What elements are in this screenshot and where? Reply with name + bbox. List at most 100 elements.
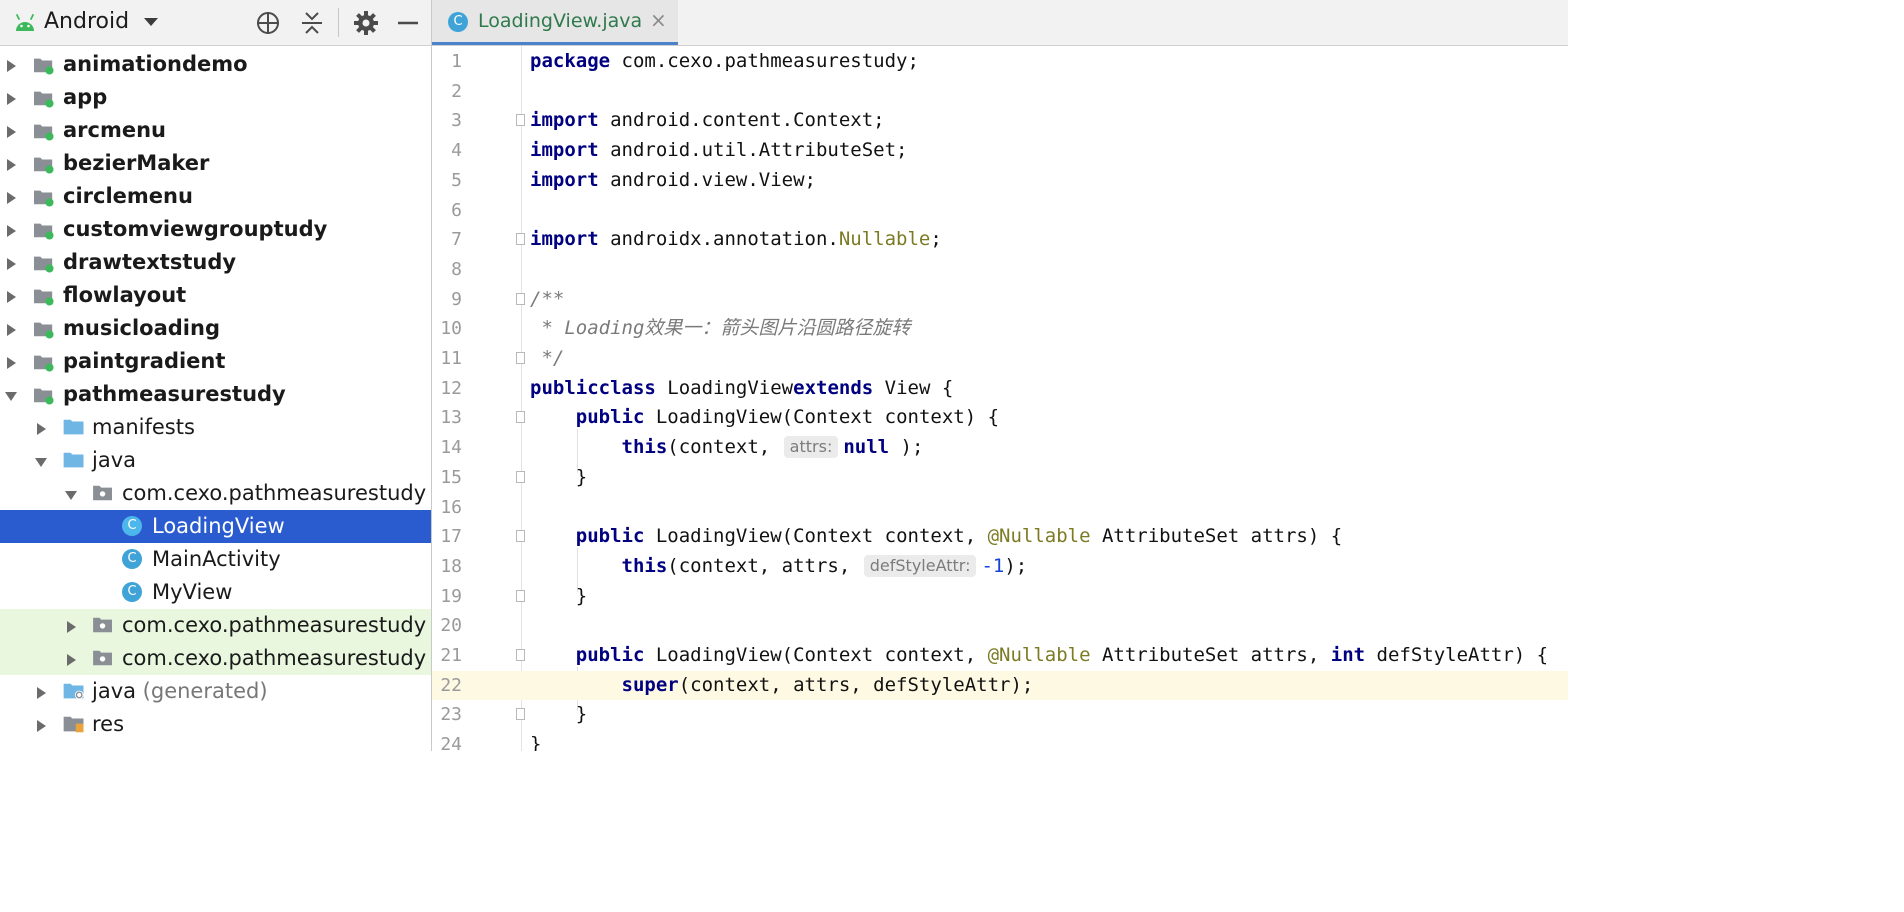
collapsed-arrow-icon[interactable]: [4, 356, 18, 370]
collapsed-arrow-icon[interactable]: [34, 422, 48, 436]
code-token: import: [530, 109, 599, 132]
code-token: (context, attrs, defStyleAttr);: [678, 673, 1034, 696]
line-number: 8: [451, 258, 462, 280]
collapsed-arrow-icon[interactable]: [4, 257, 18, 271]
tree-item[interactable]: manifests: [0, 411, 431, 444]
collapsed-arrow-icon[interactable]: [4, 224, 18, 238]
tree-item[interactable]: circlemenu: [0, 180, 431, 213]
tree-item-label: paintgradient: [63, 349, 226, 373]
chevron-down-icon[interactable]: [143, 17, 159, 27]
collapsed-arrow-icon[interactable]: [4, 323, 18, 337]
collapsed-arrow-icon[interactable]: [4, 290, 18, 304]
collapsed-arrow-icon[interactable]: [4, 59, 18, 73]
tree-item-label: pathmeasurestudy: [63, 382, 286, 406]
expanded-arrow-icon[interactable]: [34, 455, 48, 469]
code-token: super: [621, 673, 679, 696]
tree-item[interactable]: bezierMaker: [0, 147, 431, 180]
code-token: import: [530, 228, 599, 251]
tree-item[interactable]: java: [0, 444, 431, 477]
tree-item-label: flowlayout: [63, 283, 187, 307]
close-icon[interactable]: ×: [650, 8, 667, 32]
code-token: android.util.AttributeSet;: [598, 139, 908, 162]
collapse-all-icon[interactable]: [299, 10, 325, 36]
tree-item[interactable]: java (generated): [0, 675, 431, 708]
code-text: import android.view.View;: [530, 166, 816, 196]
code-token: import: [530, 168, 599, 191]
line-number: 5: [451, 169, 462, 191]
tree-item-label: LoadingView: [152, 514, 285, 538]
fold-icon[interactable]: [516, 589, 525, 602]
line-number: 9: [451, 288, 462, 310]
tree-item[interactable]: flowlayout: [0, 279, 431, 312]
code-token: (context, attrs,: [667, 554, 862, 577]
tree-item[interactable]: res: [0, 708, 431, 741]
code-token: public: [530, 376, 599, 399]
collapsed-arrow-icon[interactable]: [4, 191, 18, 205]
project-panel: Android animationdemo app arcmenu bezier…: [0, 0, 432, 751]
code-line: 19 }: [432, 582, 1568, 612]
collapsed-arrow-icon[interactable]: [4, 158, 18, 172]
collapsed-arrow-icon[interactable]: [34, 686, 48, 700]
parameter-hint: defStyleAttr:: [863, 554, 977, 577]
fold-icon[interactable]: [516, 292, 525, 305]
tree-item[interactable]: musicloading: [0, 312, 431, 345]
code-token: android.content.Context;: [598, 109, 885, 132]
fold-icon[interactable]: [516, 411, 525, 424]
code-token: LoadingView(Context context,: [644, 525, 988, 548]
code-token: public: [575, 525, 645, 548]
code-token: AttributeSet attrs,: [1090, 644, 1331, 666]
tree-item[interactable]: com.cexo.pathmeasurestudy: [0, 477, 431, 510]
tree-item[interactable]: app: [0, 81, 431, 114]
tree-item[interactable]: pathmeasurestudy: [0, 378, 431, 411]
tree-item[interactable]: arcmenu: [0, 114, 431, 147]
fold-icon[interactable]: [516, 470, 525, 483]
locate-icon[interactable]: [255, 10, 281, 36]
code-token: * Loading效果一：箭头图片沿圆路径旋转: [530, 317, 911, 340]
code-line: 7 import androidx.annotation.Nullable;: [432, 225, 1568, 255]
editor-tab[interactable]: C LoadingView.java ×: [432, 0, 678, 45]
collapsed-arrow-icon[interactable]: [4, 125, 18, 139]
package-icon: [93, 485, 112, 501]
code-token: LoadingView: [655, 376, 794, 399]
tree-item[interactable]: paintgradient: [0, 345, 431, 378]
module-folder-icon: [34, 58, 54, 75]
code-line: 13 public LoadingView(Context context) {: [432, 403, 1568, 433]
tree-item[interactable]: com.cexo.pathmeasurestudy: [0, 642, 431, 675]
gear-icon[interactable]: [353, 10, 379, 36]
view-selector-label[interactable]: Android: [44, 9, 129, 34]
minimize-icon[interactable]: [396, 10, 420, 36]
editor-tab-bar: C LoadingView.java ×: [432, 0, 1568, 46]
fold-icon[interactable]: [516, 233, 525, 246]
tree-item-label: com.cexo.pathmeasurestudy: [122, 613, 427, 637]
fold-icon[interactable]: [516, 114, 525, 127]
collapsed-arrow-icon[interactable]: [64, 653, 78, 667]
fold-icon[interactable]: [516, 649, 525, 661]
tree-item[interactable]: C MainActivity: [0, 543, 431, 576]
tree-item[interactable]: drawtextstudy: [0, 246, 431, 279]
code-text: import android.util.AttributeSet;: [530, 136, 908, 166]
folder-icon: [63, 452, 84, 468]
code-editor[interactable]: 1 package com.cexo.pathmeasurestudy; 2 3 imp…: [432, 46, 1568, 751]
tree-item[interactable]: C LoadingView: [0, 510, 431, 543]
tree-item[interactable]: com.cexo.pathmeasurestudy: [0, 609, 431, 642]
fold-icon[interactable]: [516, 352, 525, 364]
code-text: public LoadingView(Context context) {: [530, 403, 999, 433]
fold-icon[interactable]: [516, 708, 525, 721]
collapsed-arrow-icon[interactable]: [64, 620, 78, 634]
expanded-arrow-icon[interactable]: [4, 389, 18, 403]
tree-item[interactable]: customviewgrouptudy: [0, 213, 431, 246]
collapsed-arrow-icon[interactable]: [34, 719, 48, 733]
tree-item[interactable]: animationdemo: [0, 48, 431, 81]
tree-item-label: java: [92, 448, 136, 472]
code-token: }: [530, 703, 588, 726]
tree-item-label: customviewgrouptudy: [63, 217, 328, 241]
expanded-arrow-icon[interactable]: [64, 488, 78, 502]
collapsed-arrow-icon[interactable]: [4, 92, 18, 106]
tree-item[interactable]: C MyView: [0, 576, 431, 609]
module-folder-icon: [34, 322, 54, 339]
code-token: int: [1330, 644, 1366, 666]
fold-icon[interactable]: [516, 530, 525, 543]
code-line: 9 /**: [432, 285, 1568, 315]
tree-item-label: animationdemo: [63, 52, 248, 76]
